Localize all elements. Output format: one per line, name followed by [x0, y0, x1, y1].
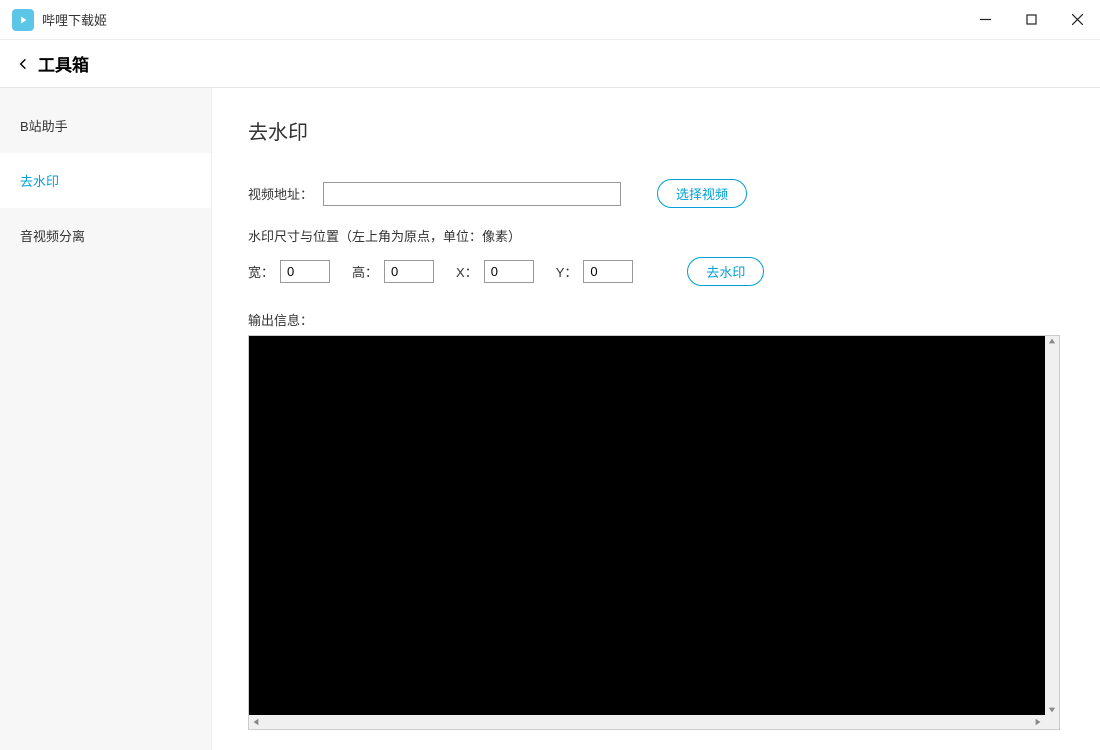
- sidebar-item-bilihelper[interactable]: B站助手: [0, 98, 211, 153]
- sidebar-item-avsplit[interactable]: 音视频分离: [0, 208, 211, 263]
- video-path-label: 视频地址：: [248, 184, 313, 203]
- sidebar: B站助手 去水印 音视频分离: [0, 88, 212, 750]
- page-title: 去水印: [248, 116, 1060, 145]
- window-title: 哔哩下载姬: [42, 10, 107, 29]
- video-path-input[interactable]: [323, 182, 621, 206]
- x-group: X：: [456, 260, 534, 283]
- body: B站助手 去水印 音视频分离 去水印 视频地址： 选择视频 水印尺寸与位置（左上…: [0, 88, 1100, 750]
- scroll-down-icon[interactable]: [1047, 705, 1057, 715]
- width-label: 宽：: [248, 262, 274, 281]
- maximize-button[interactable]: [1008, 0, 1054, 39]
- height-input[interactable]: [384, 260, 434, 283]
- width-input[interactable]: [280, 260, 330, 283]
- horizontal-scrollbar[interactable]: [249, 715, 1045, 729]
- dimension-section-label: 水印尺寸与位置（左上角为原点，单位：像素）: [248, 226, 1060, 245]
- x-input[interactable]: [484, 260, 534, 283]
- sidebar-item-label: 去水印: [20, 174, 59, 189]
- main-content: 去水印 视频地址： 选择视频 水印尺寸与位置（左上角为原点，单位：像素） 宽： …: [212, 88, 1100, 750]
- dimension-row: 宽： 高： X： Y： 去水印: [248, 257, 1060, 286]
- app-icon: [12, 9, 34, 31]
- video-path-row: 视频地址： 选择视频: [248, 179, 1060, 208]
- window-controls: [962, 0, 1100, 39]
- close-button[interactable]: [1054, 0, 1100, 39]
- vertical-scrollbar[interactable]: [1045, 336, 1059, 715]
- output-area[interactable]: [249, 336, 1045, 715]
- height-label: 高：: [352, 262, 378, 281]
- scroll-left-icon[interactable]: [251, 717, 261, 727]
- dewatermark-button[interactable]: 去水印: [687, 257, 764, 286]
- header-title: 工具箱: [38, 51, 89, 76]
- height-group: 高：: [352, 260, 434, 283]
- select-video-button[interactable]: 选择视频: [657, 179, 747, 208]
- minimize-button[interactable]: [962, 0, 1008, 39]
- header: 工具箱: [0, 40, 1100, 88]
- titlebar: 哔哩下载姬: [0, 0, 1100, 40]
- y-label: Y：: [556, 262, 578, 281]
- sidebar-item-label: 音视频分离: [20, 229, 85, 244]
- scroll-up-icon[interactable]: [1047, 336, 1057, 346]
- back-button[interactable]: [12, 53, 34, 75]
- scroll-corner: [1045, 715, 1059, 729]
- x-label: X：: [456, 262, 478, 281]
- width-group: 宽：: [248, 260, 330, 283]
- y-input[interactable]: [583, 260, 633, 283]
- sidebar-item-label: B站助手: [20, 119, 68, 134]
- y-group: Y：: [556, 260, 634, 283]
- sidebar-item-dewatermark[interactable]: 去水印: [0, 153, 211, 208]
- output-label: 输出信息：: [248, 310, 1060, 329]
- output-panel: [248, 335, 1060, 730]
- scroll-right-icon[interactable]: [1033, 717, 1043, 727]
